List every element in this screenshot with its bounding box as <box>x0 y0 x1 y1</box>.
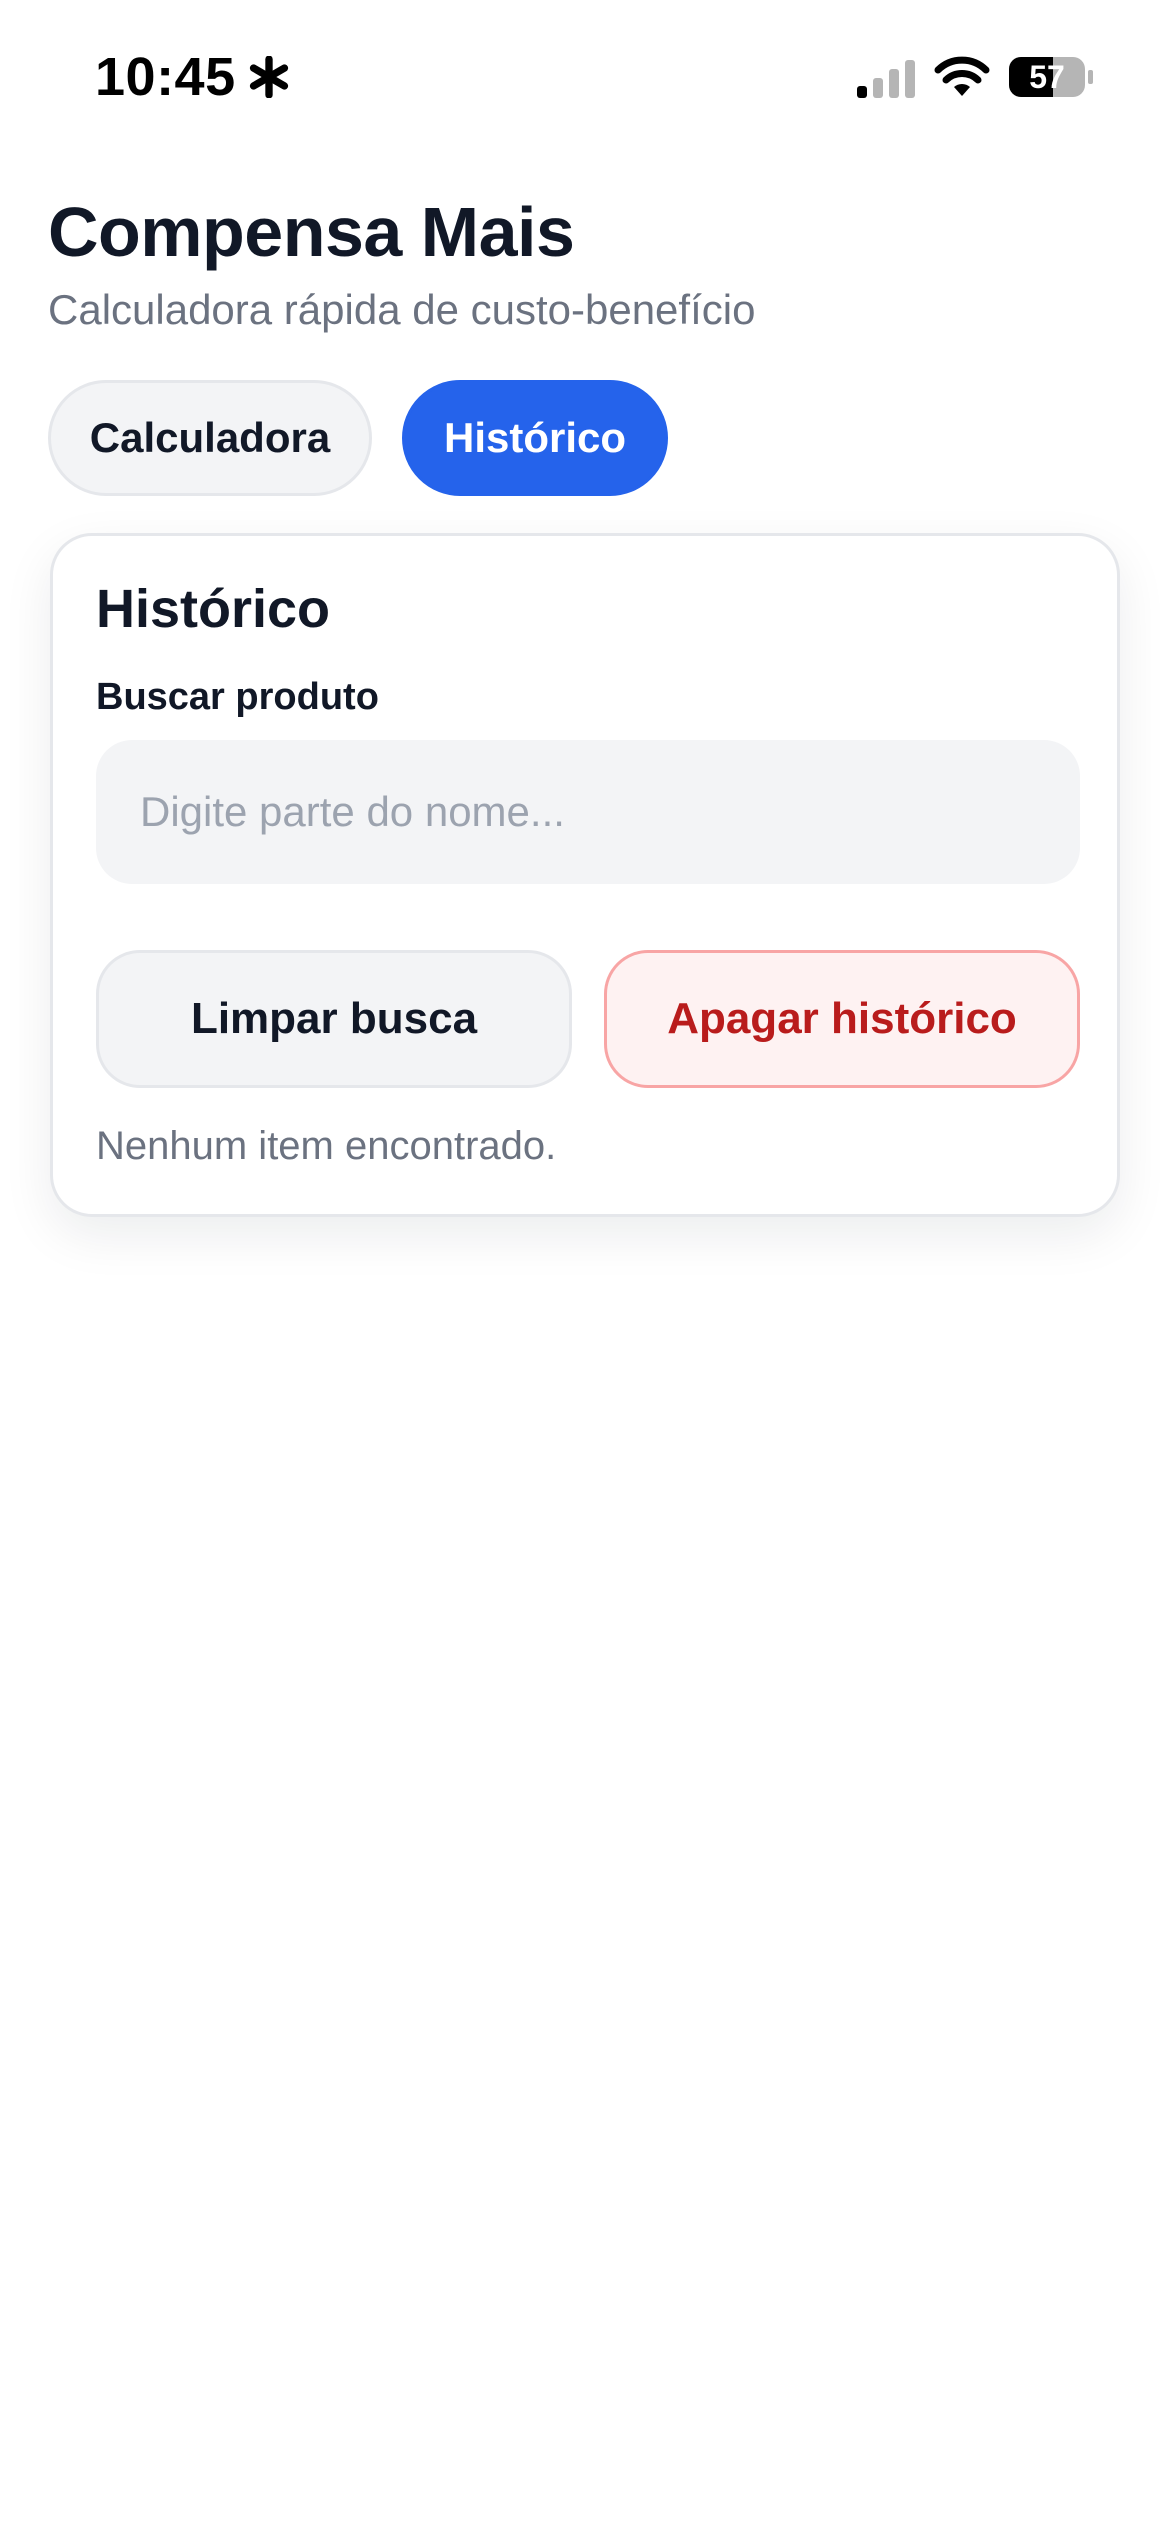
status-bar: 10:45 57 <box>0 0 1170 150</box>
app-subtitle: Calculadora rápida de custo-benefício <box>48 286 756 333</box>
status-time-text: 10:45 <box>95 47 236 107</box>
search-input[interactable] <box>96 740 1080 884</box>
empty-state-message: Nenhum item encontrado. <box>96 1124 557 1168</box>
battery-level-text: 57 <box>1029 58 1065 95</box>
tab-calculadora[interactable]: Calculadora <box>48 380 372 496</box>
app-title: Compensa Mais <box>48 193 575 271</box>
clear-search-button[interactable]: Limpar busca <box>96 950 572 1088</box>
wifi-icon <box>934 56 990 96</box>
asterisk-icon <box>249 56 288 98</box>
history-card: Histórico Buscar produto Limpar busca Ap… <box>50 533 1120 1217</box>
tab-bar: Calculadora Histórico <box>48 380 668 496</box>
search-label: Buscar produto <box>96 676 379 718</box>
battery-icon: 57 <box>1008 56 1094 98</box>
tab-historico[interactable]: Histórico <box>402 380 668 496</box>
delete-history-button[interactable]: Apagar histórico <box>604 950 1080 1088</box>
cellular-signal-icon <box>857 60 915 98</box>
status-time: 10:45 <box>95 46 290 108</box>
history-title: Histórico <box>96 579 331 639</box>
